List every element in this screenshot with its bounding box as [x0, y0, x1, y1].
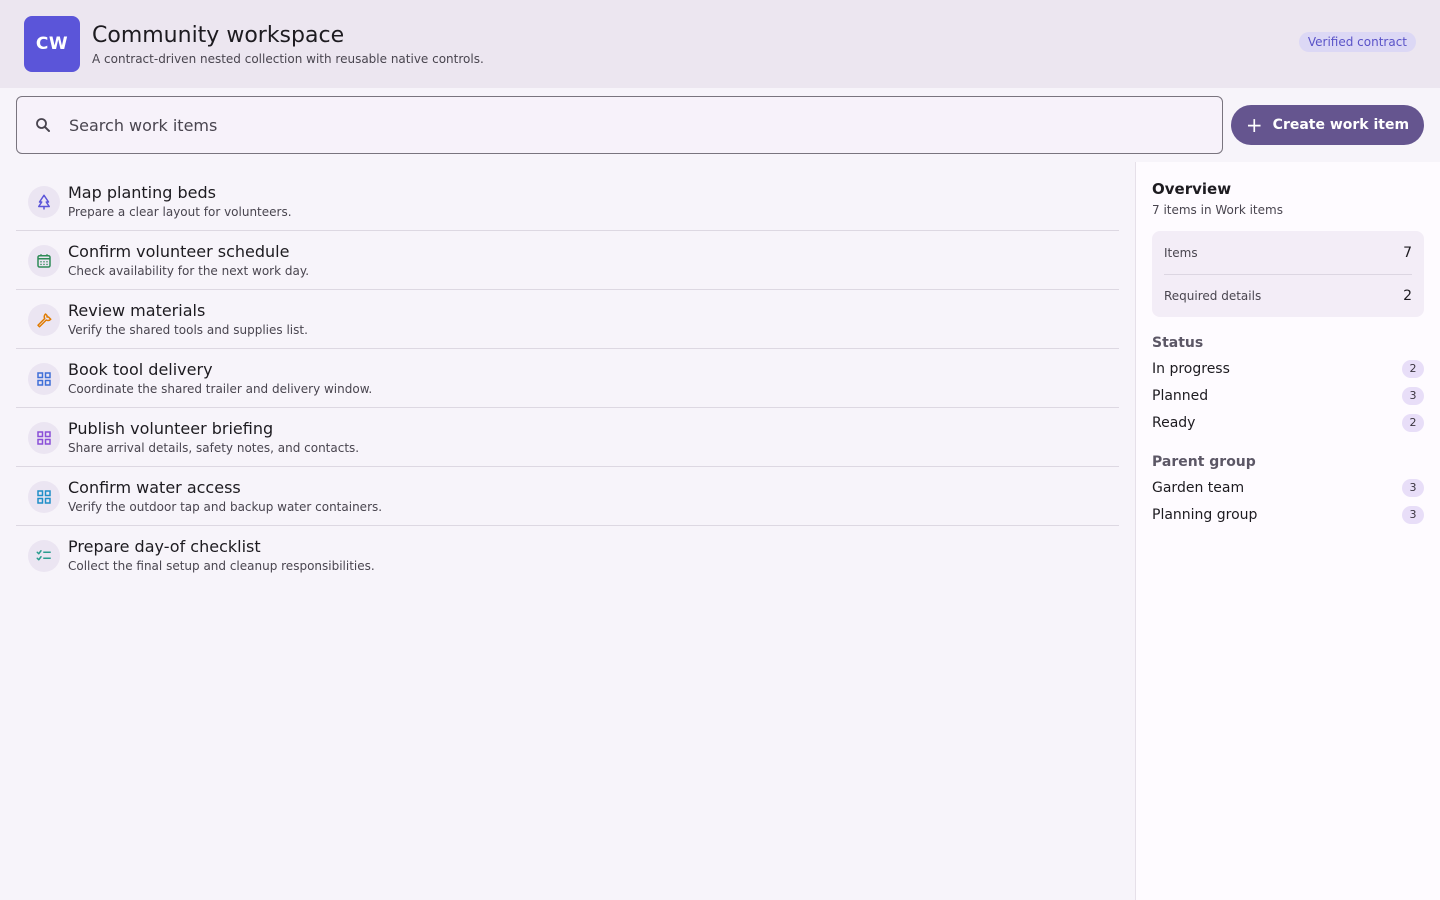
overview-panel: Overview 7 items in Work items Items 7 R…	[1135, 162, 1440, 900]
list-item[interactable]: Map planting beds Prepare a clear layout…	[16, 172, 1119, 231]
item-title: Map planting beds	[68, 183, 216, 202]
grid-icon	[28, 481, 60, 513]
parent-count: 3	[1402, 505, 1424, 524]
search-box[interactable]	[16, 96, 1223, 154]
item-title: Review materials	[68, 301, 206, 320]
stat-value: 7	[1403, 244, 1412, 261]
grid-icon	[28, 422, 60, 454]
stat-label: Required details	[1164, 289, 1262, 303]
item-title: Confirm volunteer schedule	[68, 242, 290, 261]
item-description: Prepare a clear layout for volunteers.	[68, 205, 292, 219]
page-subtitle: A contract-driven nested collection with…	[92, 52, 484, 66]
stat-value: 2	[1403, 288, 1412, 304]
item-title: Prepare day-of checklist	[68, 537, 261, 556]
list-item[interactable]: Book tool delivery Coordinate the shared…	[16, 349, 1119, 408]
verified-badge: Verified contract	[1298, 32, 1416, 52]
item-title: Book tool delivery	[68, 360, 213, 379]
status-label: Ready	[1152, 414, 1196, 431]
status-label: Planned	[1152, 387, 1209, 404]
create-work-item-button[interactable]: + Create work item	[1231, 105, 1424, 145]
checklist-icon	[28, 540, 60, 572]
plus-icon: +	[1245, 113, 1263, 137]
overview-title: Overview	[1152, 180, 1232, 198]
status-row-ready[interactable]: Ready 2	[1152, 409, 1424, 436]
search-toolbar: + Create work item	[16, 96, 1424, 154]
app-header: CW Community workspace A contract-driven…	[0, 0, 1440, 88]
parent-label: Garden team	[1152, 479, 1245, 496]
item-description: Verify the shared tools and supplies lis…	[68, 323, 308, 337]
wrench-icon	[28, 304, 60, 336]
status-label: In progress	[1152, 360, 1230, 377]
parent-row-planning-group[interactable]: Planning group 3	[1152, 501, 1424, 528]
status-count: 3	[1402, 386, 1424, 405]
overview-subtitle: 7 items in Work items	[1152, 203, 1283, 217]
parent-group-heading: Parent group	[1152, 454, 1256, 470]
parent-row-garden-team[interactable]: Garden team 3	[1152, 474, 1424, 501]
overview-stats: Items 7 Required details 2	[1152, 231, 1424, 317]
item-description: Collect the final setup and cleanup resp…	[68, 559, 375, 573]
item-title: Publish volunteer briefing	[68, 419, 274, 438]
list-item[interactable]: Confirm water access Verify the outdoor …	[16, 467, 1119, 526]
create-work-item-label: Create work item	[1272, 117, 1410, 133]
status-row-in-progress[interactable]: In progress 2	[1152, 355, 1424, 382]
app-logo: CW	[24, 16, 80, 72]
item-title: Confirm water access	[68, 478, 241, 497]
list-item[interactable]: Prepare day-of checklist Collect the fin…	[16, 526, 1119, 585]
list-item[interactable]: Review materials Verify the shared tools…	[16, 290, 1119, 349]
work-item-list: Map planting beds Prepare a clear layout…	[16, 172, 1119, 585]
stat-row-items: Items 7	[1164, 231, 1412, 274]
parent-count: 3	[1402, 478, 1424, 497]
parent-label: Planning group	[1152, 506, 1258, 523]
calendar-icon	[28, 245, 60, 277]
item-description: Verify the outdoor tap and backup water …	[68, 500, 383, 514]
header-titles: Community workspace A contract-driven ne…	[92, 22, 484, 66]
status-row-planned[interactable]: Planned 3	[1152, 382, 1424, 409]
status-count: 2	[1402, 359, 1424, 378]
item-description: Share arrival details, safety notes, and…	[68, 441, 360, 455]
status-heading: Status	[1152, 335, 1204, 351]
page-title: Community workspace	[92, 23, 345, 48]
list-item[interactable]: Publish volunteer briefing Share arrival…	[16, 408, 1119, 467]
status-count: 2	[1402, 413, 1424, 432]
stat-row-required-details: Required details 2	[1164, 274, 1412, 317]
item-description: Check availability for the next work day…	[68, 264, 310, 278]
item-description: Coordinate the shared trailer and delive…	[68, 382, 373, 396]
grid-icon	[28, 363, 60, 395]
tree-icon	[28, 186, 60, 218]
list-item[interactable]: Confirm volunteer schedule Check availab…	[16, 231, 1119, 290]
search-icon	[17, 116, 69, 134]
stat-label: Items	[1164, 245, 1198, 260]
search-input[interactable]	[69, 115, 1169, 135]
